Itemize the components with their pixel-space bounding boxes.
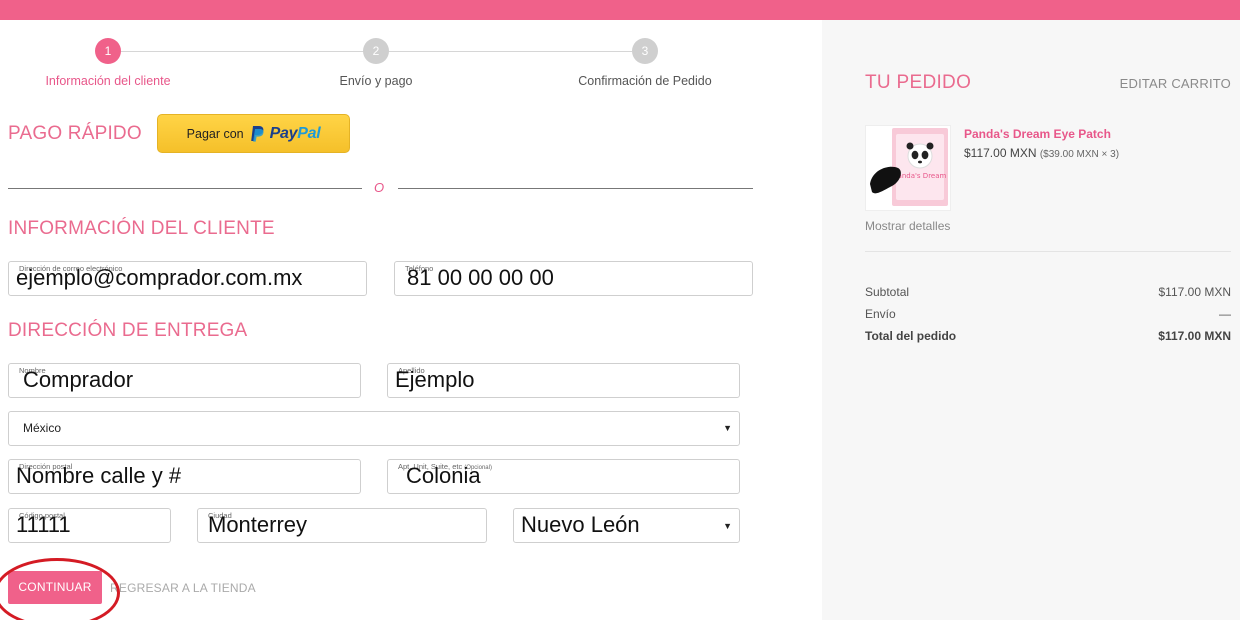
country-select[interactable]: México ▼	[8, 411, 740, 446]
state-select[interactable]: Nuevo León ▼	[513, 508, 740, 543]
step-2-indicator[interactable]: 2	[363, 38, 389, 64]
highlight-annotation-ring	[0, 558, 120, 620]
divider-or: O	[374, 180, 385, 195]
apartment-field[interactable]: Apt, Unit, Suite, etc (Opcional) Colonia	[387, 459, 740, 494]
phone-field[interactable]: Teléfono 81 00 00 00 00	[394, 261, 753, 296]
total-label: Total del pedido	[865, 329, 957, 343]
first-name-value: Comprador	[23, 367, 134, 392]
step-1-indicator[interactable]: 1	[95, 38, 121, 64]
paypal-icon	[250, 125, 264, 142]
product-thumbnail[interactable]: Panda's Dream	[865, 125, 951, 211]
subtotal-value: $117.00 MXN	[1158, 285, 1232, 299]
show-details-link[interactable]: Mostrar detalles	[865, 219, 950, 233]
order-title: TU PEDIDO	[865, 72, 972, 93]
postal-code-value: 11111	[16, 512, 71, 537]
shipping-value: —	[1219, 307, 1231, 321]
last-name-field[interactable]: Apellido Ejemplo	[387, 363, 740, 398]
thumb-product-text: Panda's Dream	[894, 172, 947, 180]
step-3-indicator[interactable]: 3	[632, 38, 658, 64]
product-price: $117.00 MXN ($39.00 MXN × 3)	[964, 146, 1119, 160]
chevron-down-icon: ▼	[723, 521, 732, 531]
apartment-value: Colonia	[406, 463, 481, 488]
divider-line-right	[398, 188, 753, 189]
email-value: ejemplo@comprador.com.mx	[16, 265, 303, 290]
step-1-label[interactable]: Información del cliente	[28, 74, 188, 88]
quick-pay-title: PAGO RÁPIDO	[8, 123, 142, 144]
paypal-logo: PayPal	[270, 125, 321, 143]
chevron-down-icon: ▼	[723, 423, 732, 433]
step-3-label[interactable]: Confirmación de Pedido	[565, 74, 725, 88]
back-to-store-link[interactable]: REGRESAR A LA TIENDA	[110, 581, 256, 595]
paypal-button[interactable]: Pagar con PayPal	[157, 114, 350, 153]
customer-info-title: INFORMACIÓN DEL CLIENTE	[8, 218, 275, 239]
edit-cart-link[interactable]: EDITAR CARRITO	[1120, 76, 1231, 91]
paypal-prefix: Pagar con	[186, 126, 244, 141]
shipping-address-title: DIRECCIÓN DE ENTREGA	[8, 320, 248, 341]
checkout-form-column: 1 2 3 Información del cliente Envío y pa…	[0, 20, 822, 620]
divider-line-left	[8, 188, 362, 189]
stepper-line-1	[120, 51, 364, 52]
paypal-logo-pay: Pay	[269, 124, 298, 142]
street-address-value: Nombre calle y #	[16, 463, 182, 488]
email-field[interactable]: Dirección de correo electrónico ejemplo@…	[8, 261, 367, 296]
order-summary-panel: TU PEDIDO EDITAR CARRITO Panda's Dream P…	[822, 20, 1240, 620]
product-name[interactable]: Panda's Dream Eye Patch	[964, 127, 1111, 141]
stepper-line-2	[388, 51, 632, 52]
shipping-label: Envío	[865, 307, 896, 321]
first-name-field[interactable]: Nombre Comprador	[8, 363, 361, 398]
total-row: Total del pedido $117.00 MXN	[865, 329, 1231, 343]
postal-code-field[interactable]: Código postal 11111	[8, 508, 171, 543]
product-unit-price: ($39.00 MXN × 3)	[1039, 149, 1120, 160]
product-price-value: $117.00 MXN	[964, 146, 1037, 160]
paypal-logo-pal: Pal	[297, 124, 321, 142]
country-value: México	[23, 421, 62, 435]
city-value: Monterrey	[208, 512, 308, 537]
total-value: $117.00 MXN	[1158, 329, 1231, 343]
phone-value: 81 00 00 00 00	[407, 265, 554, 290]
last-name-value: Ejemplo	[395, 367, 475, 392]
top-brand-bar	[0, 0, 1240, 20]
city-field[interactable]: Ciudad Monterrey	[197, 508, 487, 543]
shipping-row: Envío —	[865, 307, 1231, 321]
subtotal-row: Subtotal $117.00 MXN	[865, 285, 1231, 299]
step-2-label[interactable]: Envío y pago	[316, 74, 436, 88]
state-value: Nuevo León	[521, 512, 640, 537]
street-address-field[interactable]: Dirección postal Nombre calle y #	[8, 459, 361, 494]
panda-eye-patch-image: Panda's Dream	[870, 128, 948, 206]
subtotal-label: Subtotal	[865, 285, 910, 299]
summary-divider	[865, 251, 1231, 252]
